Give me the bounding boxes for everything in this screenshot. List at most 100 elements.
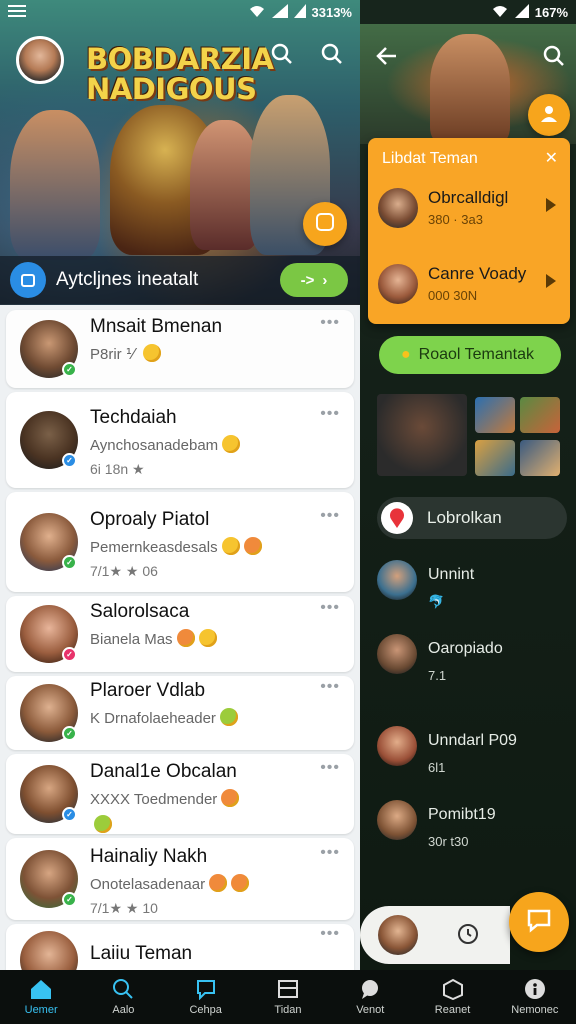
add-friend-button[interactable] — [528, 94, 570, 136]
more-icon[interactable]: ••• — [320, 759, 340, 777]
chat-meta-text: 7/1★ ★ 10 — [90, 900, 158, 916]
chat-row[interactable]: ✓ Salorolsaca Bianela Mas ••• — [6, 596, 354, 672]
person-icon — [539, 103, 559, 128]
card-friend-name: Obrcalldigl — [428, 188, 509, 207]
signal-icon — [271, 3, 288, 21]
chat-name: Laiiu Teman — [90, 943, 193, 964]
media-thumbnail[interactable] — [475, 440, 515, 476]
friends-card-title: Libdat Teman — [382, 150, 478, 167]
compose-fab[interactable] — [303, 202, 347, 246]
more-icon[interactable]: ••• — [320, 405, 340, 423]
chat-name: Hainaliy Nakh — [90, 846, 208, 867]
emoji-icon — [94, 815, 112, 833]
more-icon[interactable]: ••• — [320, 678, 340, 696]
media-thumbnail[interactable] — [520, 397, 560, 433]
green-action-button[interactable]: ● Roaol Temantak — [379, 336, 561, 374]
go-button-label: -> — [300, 271, 315, 289]
nav-tab-box[interactable]: Reanet — [411, 970, 493, 1024]
chat-meta: 7/1★ ★ 10 — [90, 900, 158, 917]
message-edit-icon — [525, 906, 553, 939]
media-thumbnail-large[interactable] — [377, 394, 467, 476]
chat-preview-text: Bianela Mas — [90, 631, 173, 648]
chat-preview: XXXX Toedmender — [90, 789, 240, 808]
chat-row[interactable]: ✓ Danal1e Obcalan XXXX Toedmender ••• — [6, 754, 354, 834]
avatar — [377, 560, 417, 600]
chat-row[interactable]: ✓ Oproaly Piatol Pemernkeasdesals 7/1★ ★ 06… — [6, 492, 354, 592]
chat-name: Plaroer Vdlab — [90, 680, 206, 701]
menu-icon[interactable] — [8, 4, 26, 21]
card-friend-sub: 380 · 3a3 — [428, 212, 483, 227]
status-badge: ✓ — [62, 453, 77, 468]
tablet-icon — [275, 978, 301, 1000]
chat-row[interactable]: ✓ Hainaliy Nakh Onotelasadenaar 7/1★ ★ 10 ••… — [6, 838, 354, 920]
more-icon[interactable]: ••• — [320, 314, 340, 332]
location-chip[interactable]: Lobrolkan — [377, 497, 567, 539]
status-badge: ✓ — [62, 807, 77, 822]
chat-meta-text: 7/1★ ★ 06 — [90, 563, 158, 579]
green-action-label: Roaol Temantak — [418, 346, 534, 363]
chat-row[interactable]: ✓ Plaroer Vdlab K Drnafolaeheader ••• — [6, 676, 354, 750]
search-icon-right[interactable] — [540, 42, 568, 70]
chat-name: Techdaiah — [90, 407, 177, 428]
pin-icon — [381, 502, 413, 534]
character-guitarist-right — [430, 34, 510, 144]
new-message-fab[interactable] — [509, 892, 569, 952]
avatar[interactable] — [378, 915, 418, 955]
nav-tab-tablet[interactable]: Tidan — [247, 970, 329, 1024]
avatar — [378, 264, 418, 304]
chat-preview-text: Aynchosanadebam — [90, 437, 219, 454]
card-friend-item[interactable]: Canre Voady 000 30N — [376, 260, 562, 314]
nav-tab-bubble[interactable]: Venot — [329, 970, 411, 1024]
nav-tab-search[interactable]: Aalo — [82, 970, 164, 1024]
more-icon[interactable]: ••• — [320, 599, 340, 617]
close-icon[interactable]: ✕ — [545, 148, 558, 168]
chat-row[interactable]: ✓Laiiu Teman••• — [6, 924, 354, 970]
media-thumbnail[interactable] — [475, 397, 515, 433]
nav-tab-home[interactable]: Uemer — [0, 970, 82, 1024]
search-icon-2[interactable] — [318, 40, 346, 68]
nav-tab-label: Uemer — [24, 1004, 58, 1016]
chat-row[interactable]: ✓ Mnsait Bmenan P8rir ⅟ ••• — [6, 310, 354, 388]
card-friend-item[interactable]: Obrcalldigl 380 · 3a3 — [376, 184, 562, 238]
avatar — [377, 634, 417, 674]
chat-preview: Bianela Mas — [90, 629, 217, 648]
edit-icon — [315, 212, 335, 237]
go-button[interactable]: -> › — [280, 263, 348, 297]
profile-avatar[interactable] — [16, 36, 64, 84]
status-badge: ✓ — [62, 726, 77, 741]
card-friend-name: Canre Voady — [428, 264, 527, 283]
more-icon[interactable]: ••• — [320, 925, 340, 943]
more-icon[interactable]: ••• — [320, 507, 340, 525]
chat-name: Salorolsaca — [90, 601, 190, 622]
friend-sub: 🐬 — [428, 594, 445, 609]
nav-tab-chat[interactable]: Cehpa — [165, 970, 247, 1024]
right-quick-bar — [360, 906, 510, 964]
chat-list: ✓ Mnsait Bmenan P8rir ⅟ ••• ✓ Techdaiah Aynch… — [6, 310, 354, 970]
timer-icon[interactable] — [456, 922, 480, 951]
bottom-nav: Uemer Aalo Cehpa Tidan Venot Reanet Nemonec — [0, 970, 576, 1024]
back-arrow-icon[interactable] — [372, 42, 402, 70]
friend-sub: 6l1 — [428, 760, 446, 775]
chat-name: Mnsait Bmenan — [90, 316, 223, 337]
character-left — [10, 110, 100, 260]
play-arrow-icon — [546, 274, 556, 288]
chat-meta-text: 6i 18n ★ — [90, 461, 145, 477]
chat-preview: Aynchosanadebam — [90, 435, 241, 454]
battery-text-right: 167% — [534, 4, 568, 20]
chat-row[interactable]: ✓ Techdaiah Aynchosanadebam 6i 18n ★ ••• — [6, 392, 354, 488]
nav-tab-more[interactable]: Nemonec — [494, 970, 576, 1024]
more-icon[interactable]: ••• — [320, 844, 340, 862]
chat-preview: Pemernkeasdesals — [90, 537, 262, 556]
status-badge: ✓ — [62, 555, 77, 570]
battery-text: 3313% — [311, 4, 352, 20]
bubble-icon — [357, 978, 383, 1000]
friend-sub: 30r t30 — [428, 834, 469, 849]
avatar — [377, 726, 417, 766]
media-thumbnail[interactable] — [520, 440, 560, 476]
emoji-icon — [231, 874, 250, 892]
wifi-icon-right — [491, 4, 509, 21]
chat-preview: Onotelasadenaar — [90, 874, 250, 893]
avatar — [377, 800, 417, 840]
search-icon[interactable] — [268, 40, 296, 68]
chat-meta: 7/1★ ★ 06 — [90, 563, 158, 580]
